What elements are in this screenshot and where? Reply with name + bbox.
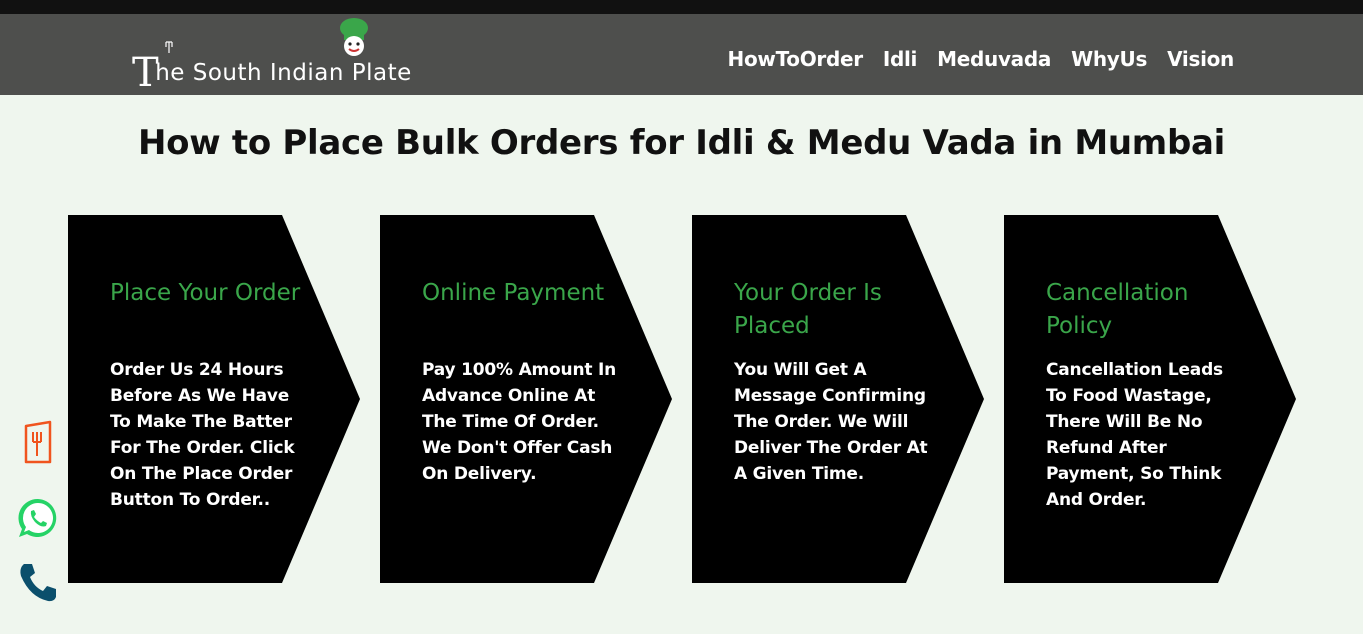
chef-hat-icon bbox=[340, 18, 368, 56]
nav-idli[interactable]: Idli bbox=[883, 47, 918, 71]
page-title: How to Place Bulk Orders for Idli & Medu… bbox=[138, 122, 1225, 163]
nav-why-us[interactable]: WhyUs bbox=[1071, 47, 1147, 71]
step-title: Your Order Is Placed bbox=[734, 280, 882, 339]
step-body: Pay 100% Amount In Advance Online At The… bbox=[422, 360, 617, 484]
step-body: Order Us 24 Hours Before As We Have To M… bbox=[110, 360, 295, 510]
nav-how-to-order[interactable]: HowToOrder bbox=[728, 47, 864, 71]
step-card-cancellation: Cancellation Policy Cancellation Leads T… bbox=[1004, 215, 1296, 583]
step-card-place-order: Place Your Order Order Us 24 Hours Befor… bbox=[68, 215, 360, 583]
step-body: Cancellation Leads To Food Wastage, Ther… bbox=[1046, 360, 1223, 510]
whatsapp-icon[interactable] bbox=[16, 496, 60, 540]
step-title: Place Your Order bbox=[110, 280, 301, 306]
step-title: Cancellation Policy bbox=[1046, 280, 1189, 339]
step-card-online-payment: Online Payment Pay 100% Amount In Advanc… bbox=[380, 215, 672, 583]
step-body: You Will Get A Message Confirming The Or… bbox=[734, 360, 928, 484]
nav-vision[interactable]: Vision bbox=[1167, 47, 1234, 71]
main-nav: HowToOrder Idli Meduvada WhyUs Vision bbox=[728, 47, 1235, 71]
site-header: The South Indian Plate HowToOrder Idli M… bbox=[0, 14, 1363, 96]
fork-icon bbox=[165, 41, 173, 53]
menu-card-icon[interactable] bbox=[16, 420, 60, 464]
phone-icon[interactable] bbox=[16, 560, 60, 604]
top-strip bbox=[0, 0, 1363, 14]
nav-meduvada[interactable]: Meduvada bbox=[937, 47, 1051, 71]
step-card-order-placed: Your Order Is Placed You Will Get A Mess… bbox=[692, 215, 984, 583]
brand-logo[interactable]: The South Indian Plate bbox=[132, 18, 452, 96]
step-title: Online Payment bbox=[422, 280, 605, 306]
